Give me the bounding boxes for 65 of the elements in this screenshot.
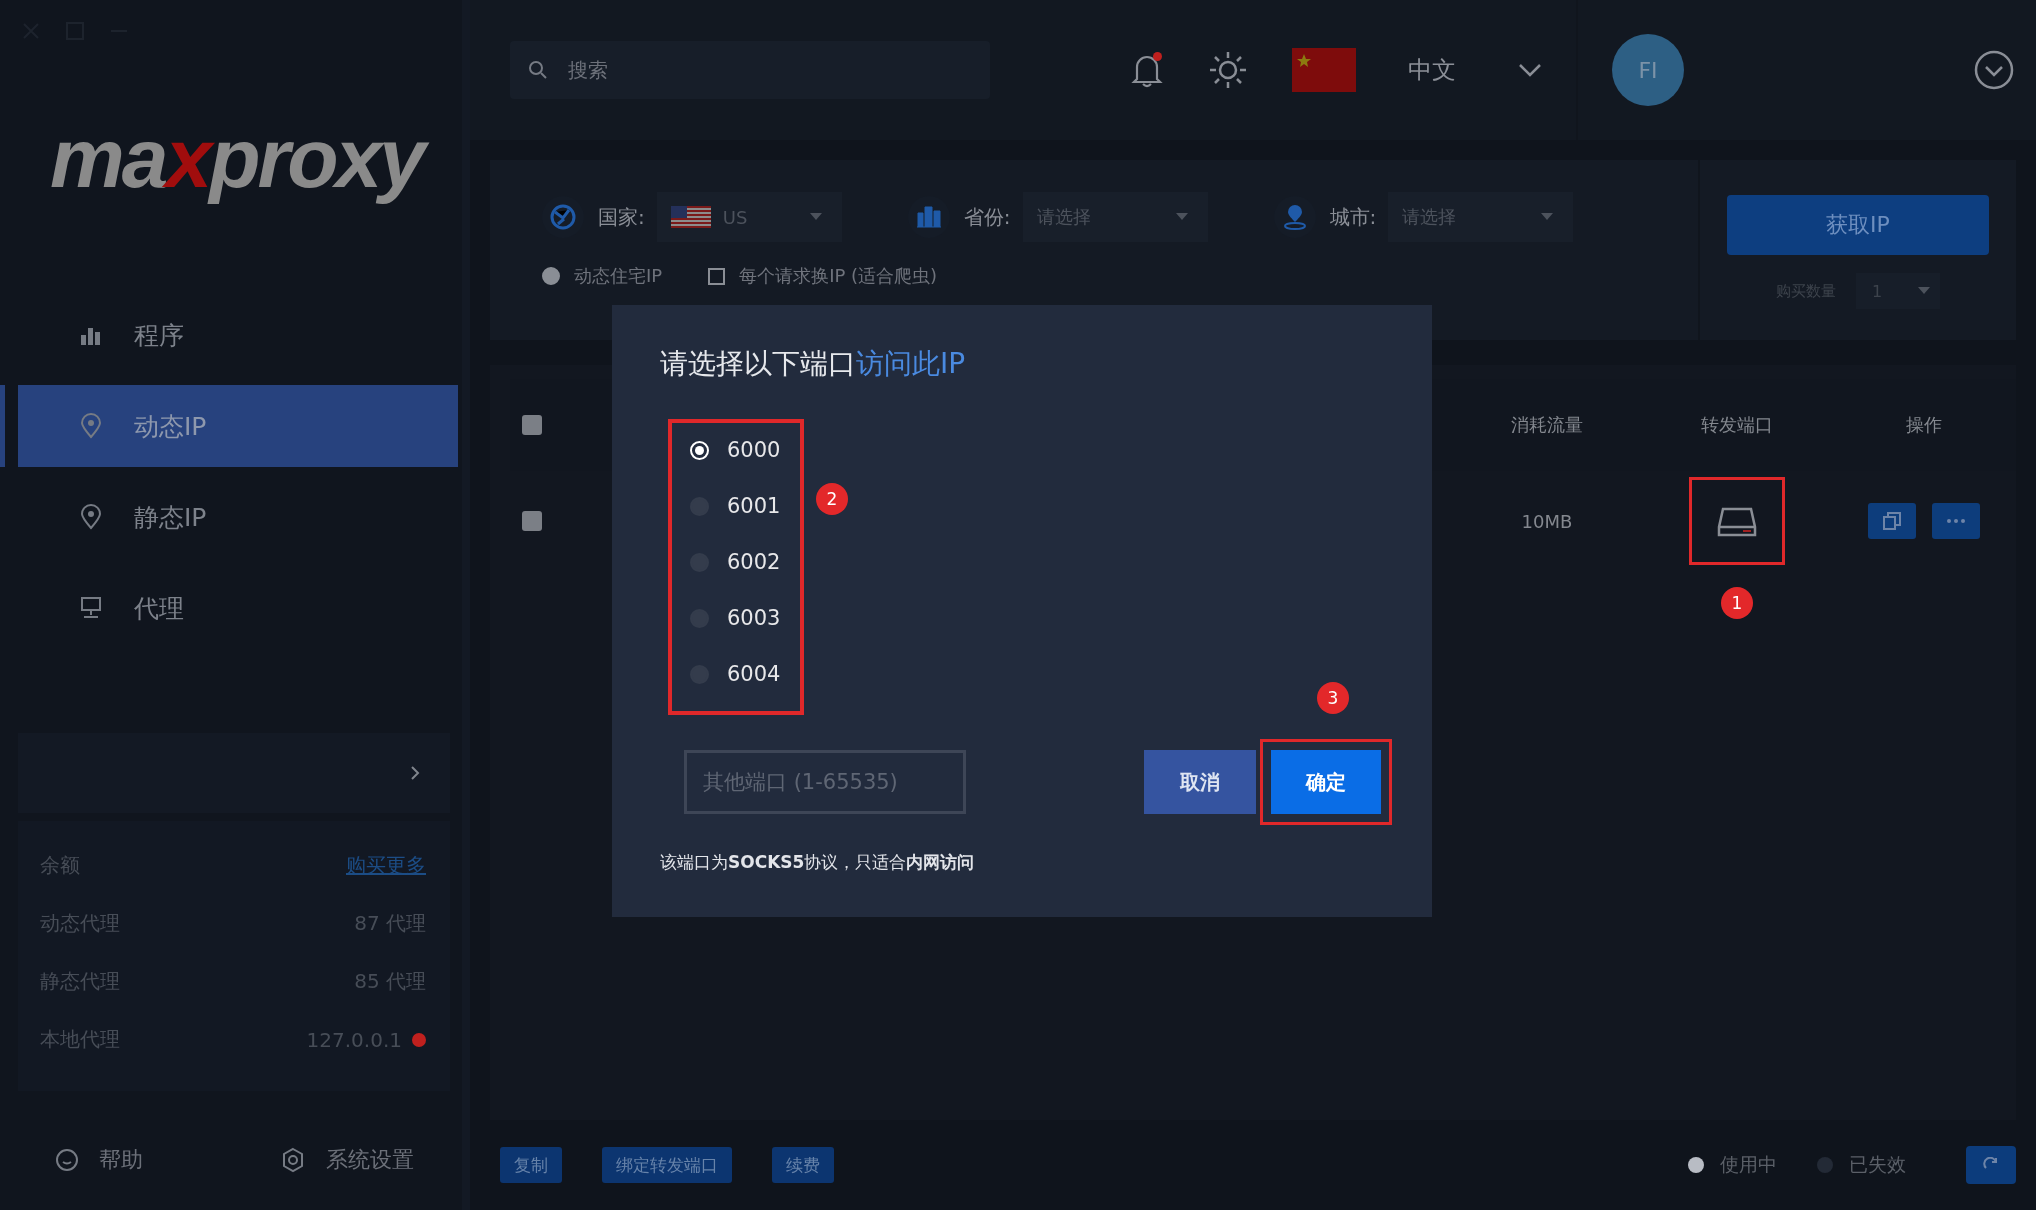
- us-flag-icon: [670, 206, 711, 228]
- table-cell: 10MB: [1521, 510, 1573, 532]
- caret-icon: [809, 213, 822, 221]
- chevron-circle-icon[interactable]: [1974, 50, 2014, 90]
- copy-button[interactable]: [1868, 503, 1916, 539]
- map-pin-icon: [1282, 204, 1307, 230]
- search-field[interactable]: 搜索: [566, 57, 966, 83]
- buildings-icon: [915, 205, 942, 229]
- monitor-icon: [80, 596, 102, 620]
- logo: maxproxy: [50, 110, 462, 260]
- column-header: 转发端口: [1701, 413, 1773, 437]
- settings-link[interactable]: 系统设置: [280, 1145, 414, 1175]
- column-header: 消耗流量: [1511, 413, 1583, 437]
- more-icon: [1947, 519, 1965, 523]
- port-option[interactable]: 6001: [690, 489, 800, 523]
- help-link[interactable]: 帮助: [55, 1145, 143, 1175]
- cancel-button[interactable]: 取消: [1144, 750, 1256, 814]
- province-label: 省份:: [963, 203, 1011, 231]
- refresh-button[interactable]: [1966, 1146, 2016, 1184]
- port-option[interactable]: 6003: [690, 601, 800, 635]
- action-button[interactable]: 绑定转发端口: [602, 1147, 732, 1183]
- port-option[interactable]: 6004: [690, 657, 800, 691]
- legend-label: 使用中: [1720, 1152, 1777, 1177]
- chevron-down-icon[interactable]: [1518, 63, 1542, 77]
- location-pin-icon: [80, 413, 102, 439]
- row-checkbox[interactable]: [522, 511, 542, 531]
- search-icon: [528, 60, 548, 80]
- search-bar[interactable]: 搜索: [510, 41, 990, 99]
- radio-button[interactable]: [542, 267, 560, 285]
- country-label: 国家:: [598, 203, 645, 231]
- copy-icon: [1883, 512, 1901, 530]
- brightness-icon[interactable]: [1208, 50, 1248, 90]
- checkbox-option[interactable]: 每个请求换IP (适合爬虫): [708, 264, 938, 288]
- location-pin-icon: [80, 504, 102, 530]
- caret-icon: [1175, 213, 1188, 221]
- chevron-right-icon[interactable]: [410, 765, 420, 781]
- china-flag-icon[interactable]: [1292, 48, 1356, 92]
- more-button[interactable]: [1932, 503, 1980, 539]
- caret-icon: [1918, 287, 1930, 295]
- legend-label: 已失效: [1849, 1152, 1906, 1177]
- notification-bell-icon[interactable]: [1130, 52, 1164, 88]
- dialog-note: 该端口为SOCKS5协议，只适合内网访问: [660, 851, 976, 874]
- port-option[interactable]: 6002: [690, 545, 800, 579]
- buy-more-link[interactable]: 购买更多: [346, 852, 426, 879]
- language-label[interactable]: 中文: [1408, 54, 1456, 86]
- port-option[interactable]: 6000: [690, 433, 800, 467]
- custom-port-field[interactable]: 其他端口 (1-65535): [684, 750, 966, 814]
- column-header: 操作: [1906, 413, 1942, 437]
- annotation-badge: 2: [816, 483, 848, 515]
- city-label: 城市:: [1329, 203, 1377, 231]
- action-button[interactable]: 续费: [772, 1147, 834, 1183]
- caret-icon: [1541, 213, 1554, 221]
- annotation-badge: 1: [1721, 587, 1753, 619]
- help-icon: [55, 1148, 79, 1172]
- action-button[interactable]: 复制: [500, 1147, 562, 1183]
- annotation-badge: 3: [1317, 682, 1349, 714]
- dialog-title: 请选择以下端口访问此IP: [660, 346, 967, 382]
- radio-option[interactable]: 动态住宅IP: [542, 264, 663, 288]
- select-all-checkbox[interactable]: [522, 415, 542, 435]
- settings-icon: [280, 1147, 306, 1173]
- port-icon[interactable]: [1717, 505, 1757, 537]
- user-avatar[interactable]: FI: [1612, 34, 1684, 106]
- checkbox[interactable]: [708, 267, 726, 285]
- get-ip-button[interactable]: 获取IP: [1727, 195, 1989, 255]
- confirm-button[interactable]: 确定: [1271, 750, 1381, 814]
